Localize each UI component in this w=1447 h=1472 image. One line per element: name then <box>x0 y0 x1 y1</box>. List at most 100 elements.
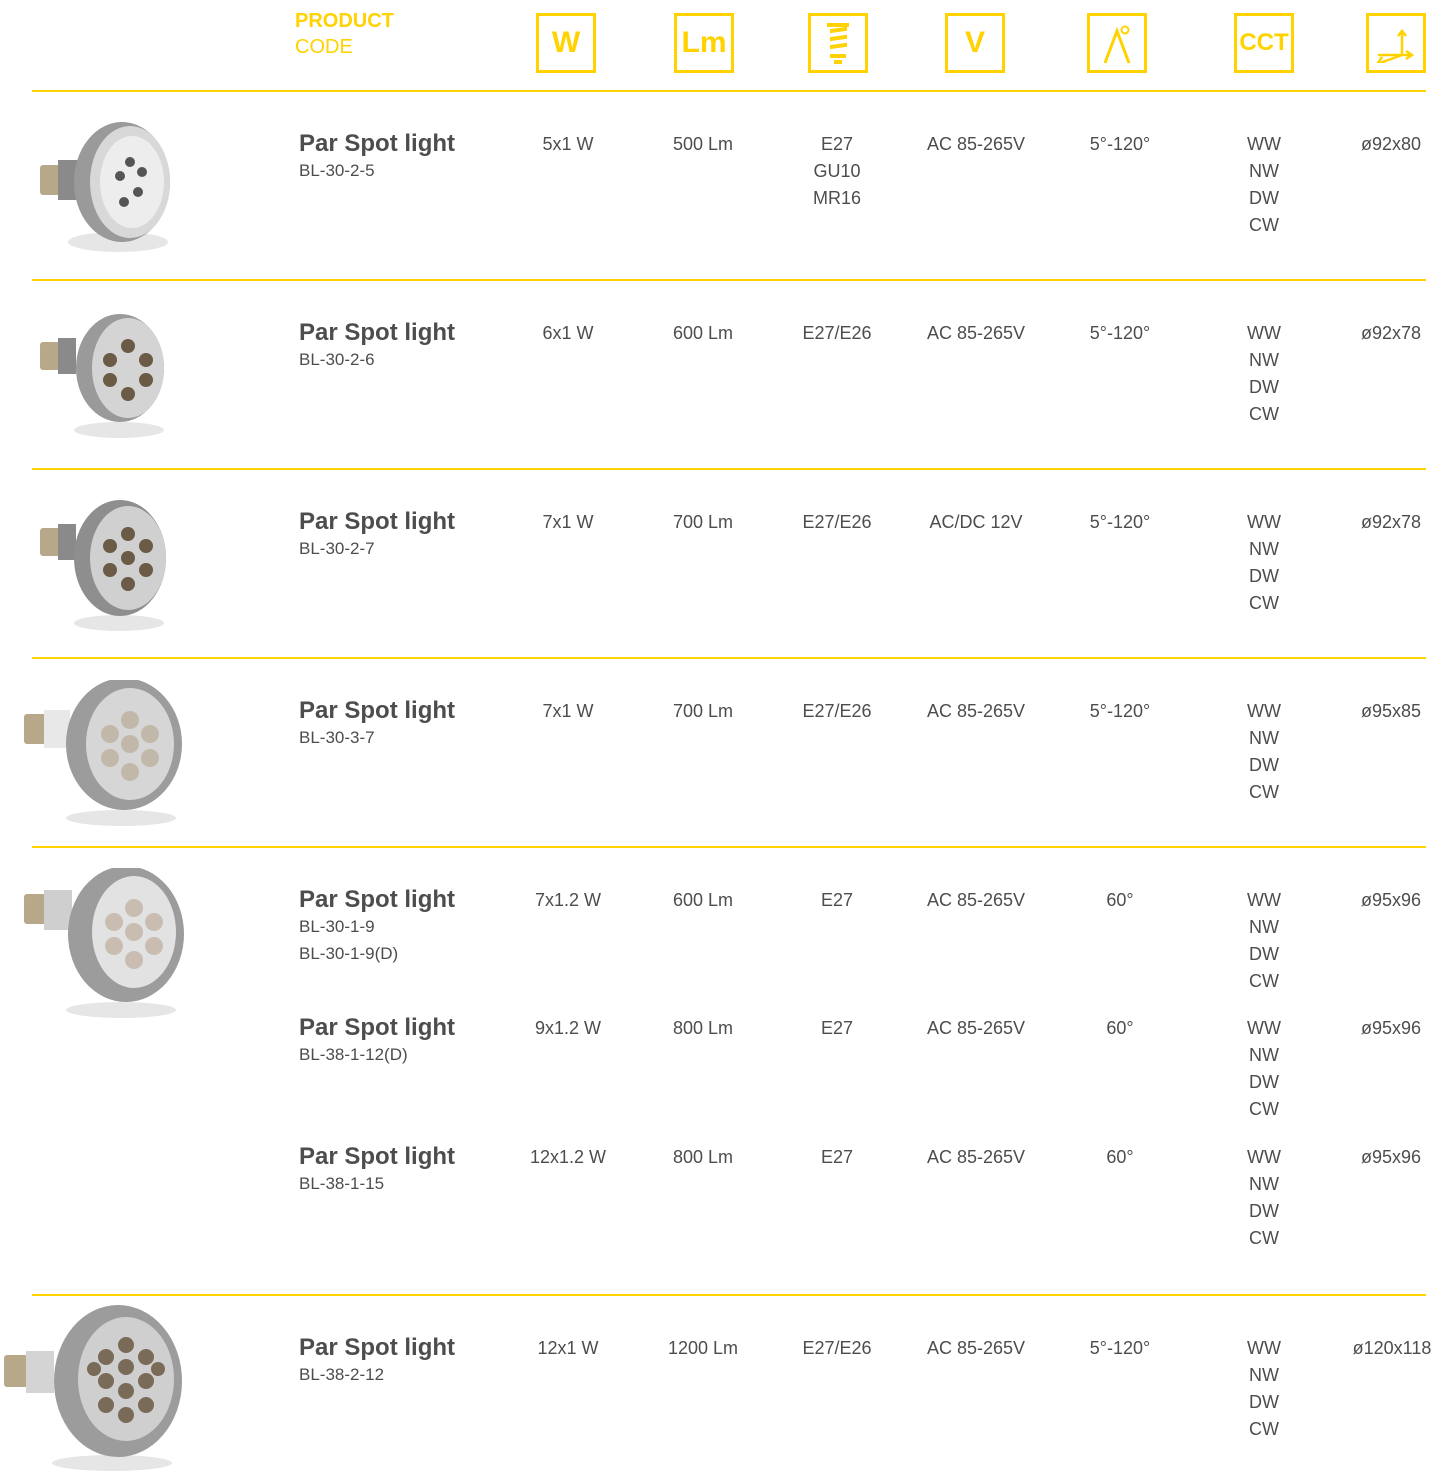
product-codes: BL-30-1-9 BL-30-1-9(D) <box>299 913 398 967</box>
size-value: ø95x96 <box>1360 890 1422 910</box>
lumen-value: 800 Lm <box>672 1147 734 1167</box>
product-code: BL-30-2-7 <box>299 539 375 558</box>
socket-value: E27 GU10 MR16 <box>787 131 887 212</box>
watt-value: 12x1.2 W <box>529 1147 607 1167</box>
cct-item: NW <box>1249 350 1279 370</box>
product-code: BL-30-2-5 <box>299 161 375 180</box>
cct-item: NW <box>1249 1045 1279 1065</box>
angle-value: 5°-120° <box>1089 134 1151 154</box>
cct-item: WW <box>1247 323 1281 343</box>
angle-value: 5°-120° <box>1089 323 1151 343</box>
cct-item: NW <box>1249 1365 1279 1385</box>
socket-item: E27 <box>820 1147 854 1167</box>
watt-value: 5x1 W <box>542 134 594 154</box>
voltage-value: AC 85-265V <box>926 1338 1026 1358</box>
cct-item: WW <box>1247 1147 1281 1167</box>
size-value: ø95x85 <box>1360 701 1422 721</box>
cct-item: CW <box>1249 1228 1279 1248</box>
cct-item: WW <box>1247 1338 1281 1358</box>
size-value: ø120x118 <box>1352 1338 1432 1358</box>
product-codes: BL-38-1-15 <box>299 1170 384 1197</box>
watt-value: 12x1 W <box>537 1338 599 1358</box>
cct-item: DW <box>1249 566 1279 586</box>
size-value: ø95x96 <box>1360 1018 1422 1038</box>
watt-value: 9x1.2 W <box>534 1018 602 1038</box>
lumen-value: 800 Lm <box>672 1018 734 1038</box>
product-title: Par Spot light <box>299 508 455 535</box>
socket-item: E27/E26 <box>802 323 872 343</box>
cct-item: WW <box>1247 1018 1281 1038</box>
voltage-icon: V <box>945 13 1005 73</box>
cct-item: WW <box>1247 134 1281 154</box>
cct-value: WW NW DW CW <box>1234 1015 1294 1123</box>
voltage-value: AC 85-265V <box>926 323 1026 343</box>
cct-value: WW NW DW CW <box>1234 1144 1294 1252</box>
angle-value: 60° <box>1106 1018 1134 1038</box>
product-title: Par Spot light <box>299 1334 455 1361</box>
socket-value: E27 <box>787 887 887 914</box>
cct-item: DW <box>1249 1201 1279 1221</box>
voltage-value: AC 85-265V <box>926 134 1026 154</box>
cct-item: NW <box>1249 161 1279 181</box>
product-heading: PRODUCT <box>295 10 394 32</box>
row-divider <box>32 468 1426 470</box>
lamp-image-3 <box>40 500 166 631</box>
angle-value: 5°-120° <box>1089 701 1151 721</box>
cct-icon: CCT <box>1234 13 1294 73</box>
cct-item: NW <box>1249 728 1279 748</box>
lumen-value: 700 Lm <box>672 512 734 532</box>
socket-value: E27/E26 <box>787 1335 887 1362</box>
cct-item: CW <box>1249 1099 1279 1119</box>
cct-item: DW <box>1249 944 1279 964</box>
socket-value: E27/E26 <box>787 320 887 347</box>
product-title: Par Spot light <box>299 697 455 724</box>
product-title: Par Spot light <box>299 319 455 346</box>
lamp-image-1 <box>40 122 170 252</box>
cct-item: NW <box>1249 539 1279 559</box>
cct-item: CW <box>1249 1419 1279 1439</box>
cct-value: WW NW DW CW <box>1234 698 1294 806</box>
product-code: BL-30-1-9 <box>299 917 375 936</box>
row-divider <box>32 279 1426 281</box>
product-title: Par Spot light <box>299 886 455 913</box>
angle-value: 5°-120° <box>1089 512 1151 532</box>
watt-value: 7x1 W <box>542 512 594 532</box>
size-value: ø92x78 <box>1360 512 1422 532</box>
product-code: BL-38-1-15 <box>299 1174 385 1193</box>
voltage-value: AC 85-265V <box>926 701 1026 721</box>
size-value: ø92x80 <box>1360 134 1422 154</box>
product-codes: BL-30-2-7 <box>299 535 375 562</box>
cct-item: CW <box>1249 404 1279 424</box>
socket-value: E27 <box>787 1144 887 1171</box>
angle-value: 60° <box>1106 890 1134 910</box>
watt-icon: W <box>536 13 596 73</box>
socket-item: E27 <box>820 1018 854 1038</box>
row-divider <box>32 846 1426 848</box>
cct-value: WW NW DW CW <box>1234 320 1294 428</box>
cct-item: CW <box>1249 215 1279 235</box>
lamp-image-4 <box>24 680 182 826</box>
cct-value: WW NW DW CW <box>1234 887 1294 995</box>
dimensions-icon <box>1366 13 1426 73</box>
cct-item: NW <box>1249 917 1279 937</box>
product-codes: BL-38-2-12 <box>299 1361 384 1388</box>
socket-item: MR16 <box>812 188 861 208</box>
voltage-value: AC/DC 12V <box>929 512 1023 532</box>
cct-value: WW NW DW CW <box>1234 131 1294 239</box>
lamp-image-2 <box>40 314 164 438</box>
row-divider <box>32 657 1426 659</box>
lumen-value: 1200 Lm <box>667 1338 739 1358</box>
size-value: ø95x96 <box>1360 1147 1422 1167</box>
product-codes: BL-30-2-6 <box>299 346 375 373</box>
watt-icon-label: W <box>551 26 581 59</box>
code-heading: CODE <box>295 36 353 58</box>
socket-item: E27/E26 <box>802 701 872 721</box>
voltage-value: AC 85-265V <box>926 1147 1026 1167</box>
angle-value: 5°-120° <box>1089 1338 1151 1358</box>
cct-icon-label: CCT <box>1239 29 1289 56</box>
row-divider <box>32 1294 1426 1296</box>
product-code: BL-38-2-12 <box>299 1365 385 1384</box>
watt-value: 6x1 W <box>542 323 594 343</box>
voltage-value: AC 85-265V <box>926 1018 1026 1038</box>
watt-value: 7x1.2 W <box>534 890 602 910</box>
